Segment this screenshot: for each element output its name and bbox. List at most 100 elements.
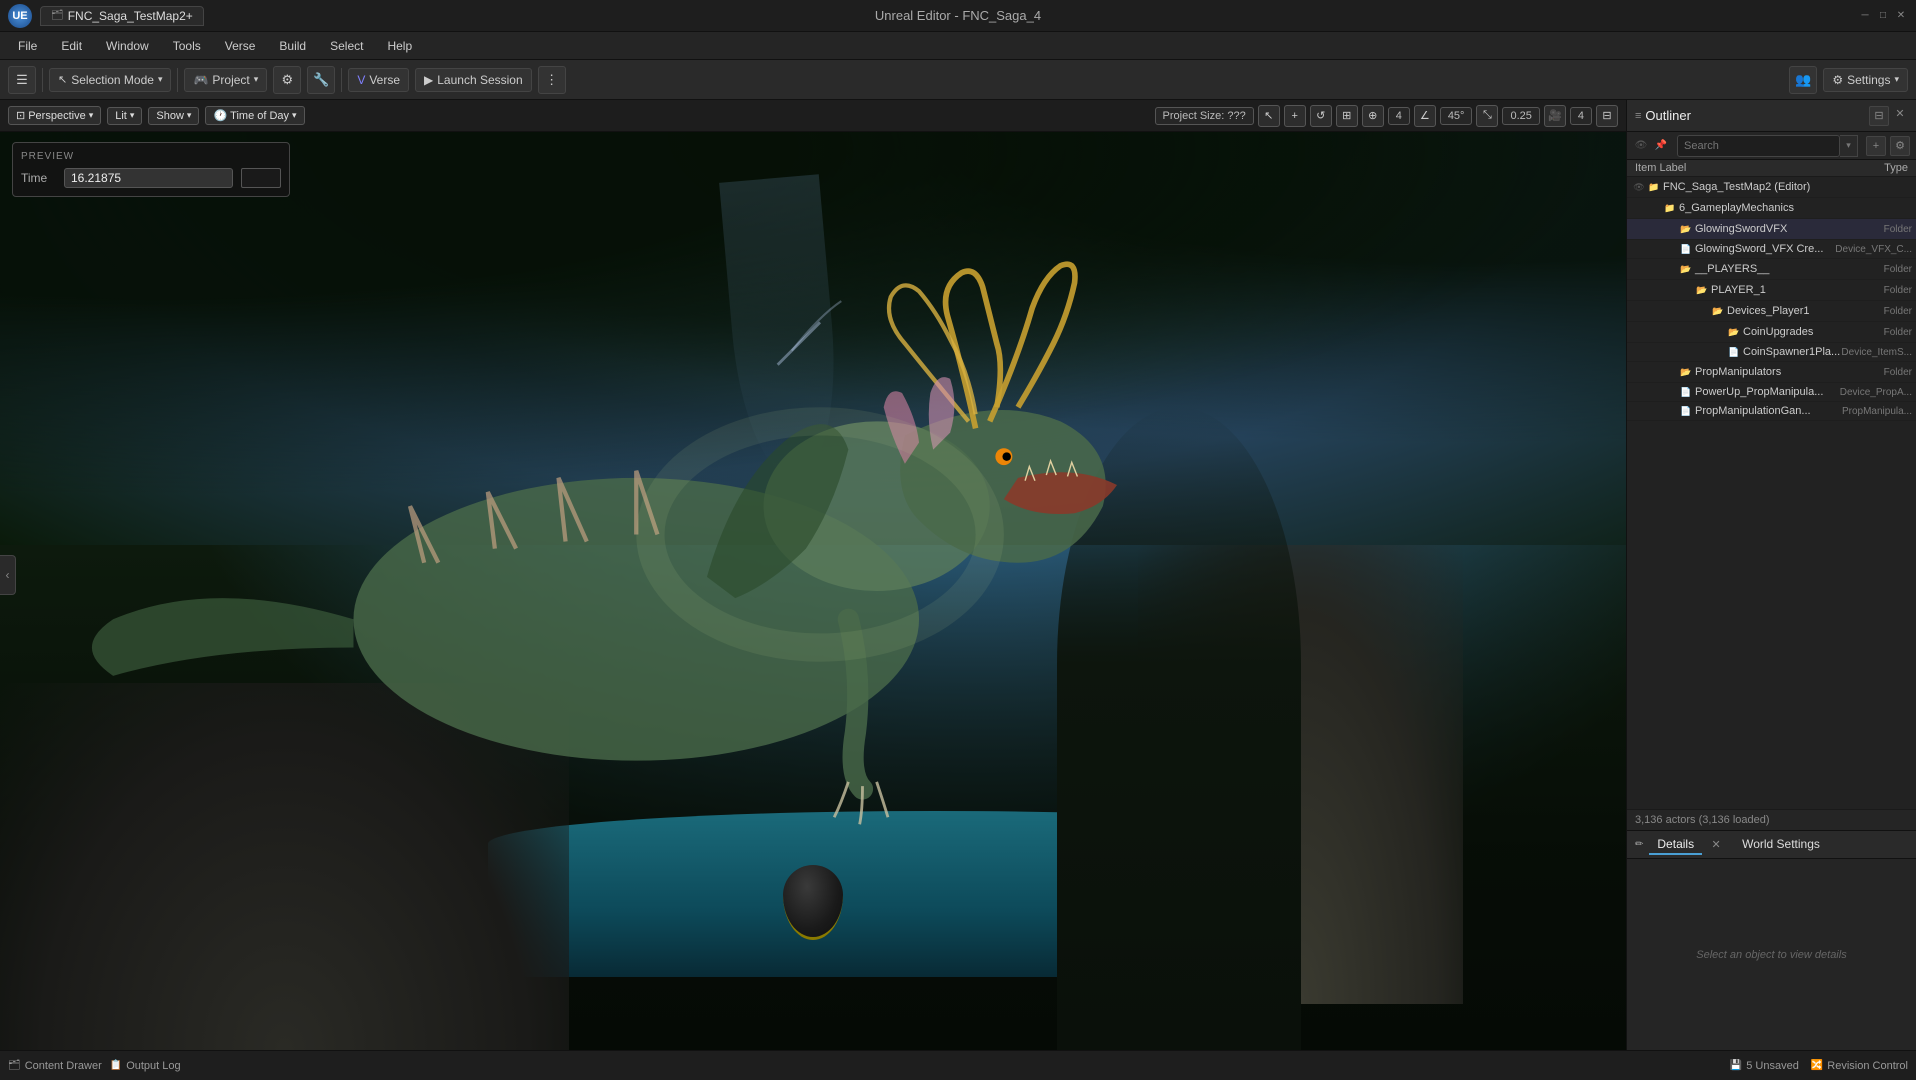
minimize-btn[interactable]: ─ <box>1858 9 1872 23</box>
launch-session-btn[interactable]: ▶ Launch Session <box>415 68 532 92</box>
item-name-10: PowerUp_PropManipula... <box>1695 386 1840 398</box>
tool-extra-btn2[interactable]: 🔧 <box>307 66 335 94</box>
viewport[interactable]: ⊡ Perspective ▾ Lit ▾ Show ▾ 🕐 Time of D… <box>0 100 1626 1050</box>
timeofday-label: Time of Day <box>230 110 289 122</box>
title-bar: UE 🗂 FNC_Saga_TestMap2+ Unreal Editor - … <box>0 0 1916 32</box>
rotate-btn[interactable]: ↺ <box>1310 105 1332 127</box>
title-bar-left: UE 🗂 FNC_Saga_TestMap2+ <box>8 4 204 28</box>
viewport-background <box>0 132 1626 1050</box>
file-icon-3: 📄 <box>1679 242 1693 256</box>
tree-item-2[interactable]: 📂 GlowingSwordVFX Folder <box>1627 219 1916 240</box>
tree-item-11[interactable]: 📄 PropManipulationGan... PropManipula... <box>1627 402 1916 421</box>
menu-file[interactable]: File <box>8 36 47 56</box>
outliner-content[interactable]: 👁 📁 FNC_Saga_TestMap2 (Editor) 📁 6_Gamep… <box>1627 177 1916 809</box>
add-folder-btn[interactable]: + <box>1866 136 1886 156</box>
unsaved-icon: 💾 <box>1730 1060 1742 1071</box>
search-dropdown-btn[interactable]: ▾ <box>1840 135 1858 157</box>
angle-value-badge: 45° <box>1440 107 1473 125</box>
menu-edit[interactable]: Edit <box>51 36 92 56</box>
unsaved-btn[interactable]: 💾 5 Unsaved <box>1730 1060 1799 1072</box>
perspective-btn[interactable]: ⊡ Perspective ▾ <box>8 106 101 125</box>
tree-item-4[interactable]: 📂 __PLAYERS__ Folder <box>1627 259 1916 280</box>
selection-mode-btn[interactable]: ↖ Selection Mode ▾ <box>49 68 171 92</box>
tree-item-9[interactable]: 📂 PropManipulators Folder <box>1627 362 1916 383</box>
time-input[interactable] <box>64 168 233 188</box>
item-type-2: Folder <box>1884 224 1916 235</box>
add-item-btn[interactable]: + <box>1284 105 1306 127</box>
eye-btn-7[interactable] <box>1711 324 1727 340</box>
output-log-label: Output Log <box>126 1060 180 1072</box>
verse-btn[interactable]: V Verse <box>348 68 409 92</box>
eye-btn-9[interactable] <box>1663 364 1679 380</box>
folder-icon-5: 📂 <box>1695 283 1709 297</box>
pin-filter-btn[interactable]: 📌 <box>1653 138 1669 154</box>
scale-snap-btn[interactable]: ⤡ <box>1476 105 1498 127</box>
time-color-swatch[interactable] <box>241 168 281 188</box>
search-input[interactable] <box>1677 135 1840 157</box>
outliner-header: ≡ Outliner ⊟ ✕ <box>1627 100 1916 132</box>
lit-btn[interactable]: Lit ▾ <box>107 107 142 125</box>
window-controls: ─ □ ✕ <box>1858 9 1908 23</box>
item-name-7: CoinUpgrades <box>1743 326 1884 338</box>
details-header: ✏ Details ✕ World Settings <box>1627 831 1916 859</box>
outliner-close-btn[interactable]: ✕ <box>1892 106 1908 122</box>
tool-extra-btn[interactable]: ⚙ <box>273 66 301 94</box>
tree-item-6[interactable]: 📂 Devices_Player1 Folder <box>1627 301 1916 322</box>
project-tab[interactable]: 🗂 FNC_Saga_TestMap2+ <box>40 6 204 26</box>
settings-outliner-btn[interactable]: ⚙ <box>1890 136 1910 156</box>
eye-btn-4[interactable] <box>1663 261 1679 277</box>
output-log-btn[interactable]: 📋 Output Log <box>110 1060 181 1072</box>
settings-btn[interactable]: ⚙ Settings ▾ <box>1823 68 1908 92</box>
revision-control-btn[interactable]: 🔀 Revision Control <box>1811 1060 1908 1072</box>
tree-item-8[interactable]: 📄 CoinSpawner1Pla... Device_ItemS... <box>1627 343 1916 362</box>
layout-toggle-btn[interactable]: ☰ <box>8 66 36 94</box>
menu-window[interactable]: Window <box>96 36 159 56</box>
eye-btn-6[interactable] <box>1695 303 1711 319</box>
tree-item-root[interactable]: 👁 📁 FNC_Saga_TestMap2 (Editor) <box>1627 177 1916 198</box>
menu-help[interactable]: Help <box>377 36 422 56</box>
show-btn[interactable]: Show ▾ <box>148 107 199 125</box>
details-tab[interactable]: Details <box>1649 835 1702 855</box>
viewport-layout-btn[interactable]: ⊟ <box>1596 105 1618 127</box>
item-type-10: Device_PropA... <box>1840 387 1916 398</box>
more-btn[interactable]: ⋮ <box>538 66 566 94</box>
project-label: Project <box>212 73 249 87</box>
menu-bar: File Edit Window Tools Verse Build Selec… <box>0 32 1916 60</box>
tree-item-5[interactable]: 📂 PLAYER_1 Folder <box>1627 280 1916 301</box>
menu-select[interactable]: Select <box>320 36 373 56</box>
menu-build[interactable]: Build <box>269 36 316 56</box>
content-drawer-btn[interactable]: 🗂 Content Drawer <box>8 1060 102 1072</box>
visibility-filter-btn[interactable]: 👁 <box>1633 138 1649 154</box>
details-close-btn[interactable]: ✕ <box>1708 837 1724 853</box>
menu-verse[interactable]: Verse <box>215 36 266 56</box>
world-local-btn[interactable]: ⊕ <box>1362 105 1384 127</box>
maximize-btn[interactable]: □ <box>1876 9 1890 23</box>
tree-item-10[interactable]: 📄 PowerUp_PropManipula... Device_PropA..… <box>1627 383 1916 402</box>
outliner-icon: ≡ <box>1635 110 1641 122</box>
menu-tools[interactable]: Tools <box>163 36 211 56</box>
folder-icon-4: 📂 <box>1679 262 1693 276</box>
file-icon-10: 📄 <box>1679 385 1693 399</box>
eye-btn-5[interactable] <box>1679 282 1695 298</box>
eye-btn-1[interactable] <box>1647 200 1663 216</box>
close-btn[interactable]: ✕ <box>1894 9 1908 23</box>
eye-btn-0[interactable]: 👁 <box>1631 179 1647 195</box>
tree-item-1[interactable]: 📁 6_GameplayMechanics <box>1627 198 1916 219</box>
users-btn[interactable]: 👥 <box>1789 66 1817 94</box>
cam-speed-btn[interactable]: 🎥 <box>1544 105 1566 127</box>
settings-dropdown-icon: ▾ <box>1894 74 1899 85</box>
details-empty-text: Select an object to view details <box>1696 949 1846 961</box>
tree-item-7[interactable]: 📂 CoinUpgrades Folder <box>1627 322 1916 343</box>
item-name-11: PropManipulationGan... <box>1695 405 1842 417</box>
filter-btn[interactable]: ⊟ <box>1869 106 1889 126</box>
snap-grid-btn[interactable]: ⊞ <box>1336 105 1358 127</box>
angle-snap-btn[interactable]: ∠ <box>1414 105 1436 127</box>
select-tool-btn[interactable]: ↖ <box>1258 105 1280 127</box>
project-size-badge: Project Size: ??? <box>1155 107 1254 125</box>
world-settings-tab[interactable]: World Settings <box>1734 835 1828 855</box>
tree-item-3[interactable]: 📄 GlowingSword_VFX Cre... Device_VFX_C..… <box>1627 240 1916 259</box>
project-btn[interactable]: 🎮 Project ▾ <box>184 68 267 92</box>
eye-btn-2[interactable] <box>1663 221 1679 237</box>
timeofday-btn[interactable]: 🕐 Time of Day ▾ <box>205 106 304 125</box>
viewport-left-collapse[interactable]: ‹ <box>0 555 16 595</box>
